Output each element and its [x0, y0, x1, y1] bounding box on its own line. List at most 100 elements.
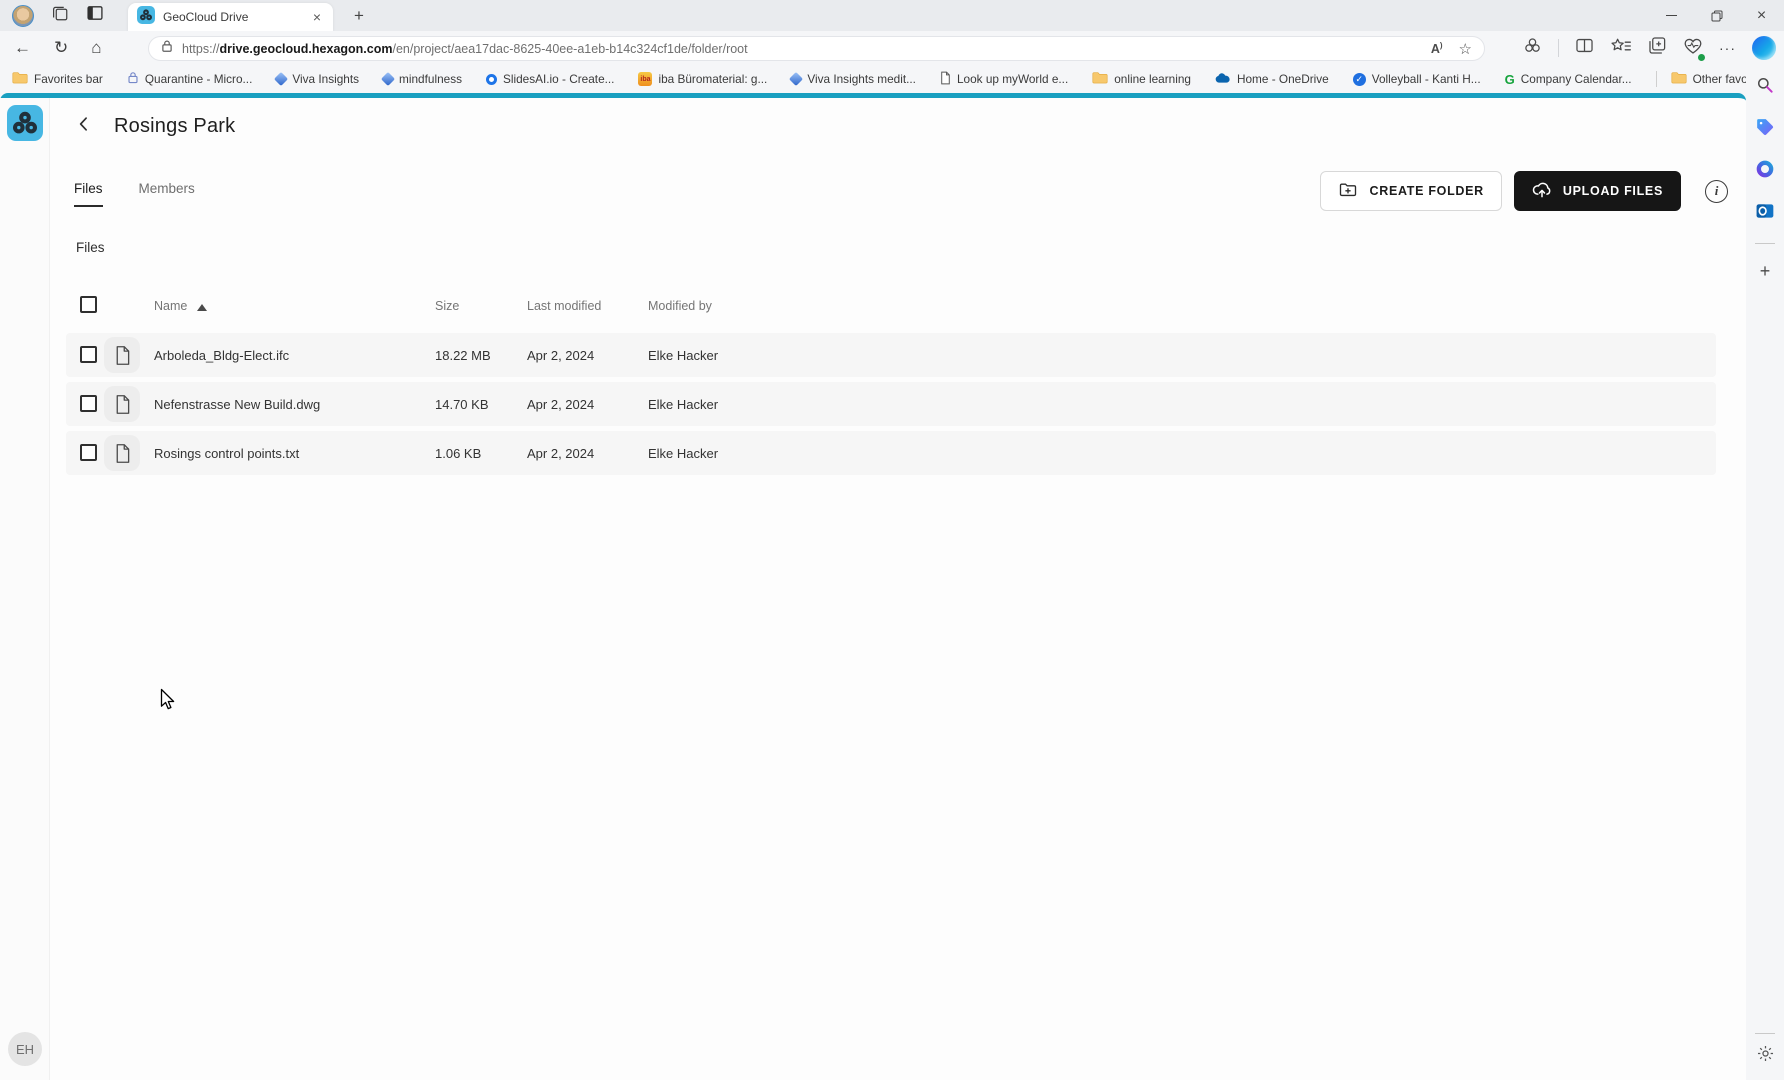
bookmark-viva-meditation[interactable]: Viva Insights medit...	[791, 72, 916, 86]
browser-essentials-icon[interactable]	[1683, 37, 1703, 60]
workspaces-icon[interactable]	[51, 4, 69, 27]
upload-files-button[interactable]: UPLOAD FILES	[1514, 171, 1681, 211]
extensions-icon[interactable]	[1523, 36, 1542, 60]
bookmark-label: Home - OneDrive	[1237, 72, 1329, 86]
m365-icon[interactable]	[1755, 159, 1775, 184]
settings-gear-icon[interactable]	[1756, 1044, 1775, 1068]
file-modified-by: Elke Hacker	[648, 446, 718, 461]
bookmark-label: mindfulness	[399, 72, 462, 86]
bookmark-favorites-bar[interactable]: Favorites bar	[12, 71, 103, 87]
bookmark-online-learning[interactable]: online learning	[1092, 71, 1191, 87]
back-icon[interactable]: ←	[14, 38, 31, 58]
column-last-modified[interactable]: Last modified	[527, 299, 601, 313]
row-checkbox[interactable]	[80, 346, 97, 363]
lock-icon	[161, 39, 173, 58]
toolbar-separator	[1558, 39, 1559, 57]
file-last-modified: Apr 2, 2024	[527, 348, 594, 363]
favorite-star-icon[interactable]: ☆	[1459, 40, 1472, 58]
bookmark-label: Volleyball - Kanti H...	[1372, 72, 1481, 86]
select-all-checkbox[interactable]	[80, 296, 97, 313]
sort-ascending-icon[interactable]	[197, 304, 207, 311]
folder-icon	[1671, 71, 1687, 87]
upload-files-label: UPLOAD FILES	[1563, 184, 1663, 198]
bookmarks-bar: Favorites bar Quarantine - Micro... Viva…	[0, 65, 1746, 93]
file-size: 1.06 KB	[435, 446, 481, 461]
table-header: Name Size Last modified Modified by	[50, 296, 1746, 318]
lock-icon	[127, 71, 139, 87]
column-size[interactable]: Size	[435, 299, 459, 313]
bookmark-viva-insights[interactable]: Viva Insights	[276, 72, 359, 86]
g-icon: G	[1505, 72, 1515, 87]
bookmark-label: Viva Insights medit...	[807, 72, 916, 86]
file-icon	[104, 386, 140, 422]
user-avatar[interactable]: EH	[8, 1032, 42, 1066]
tab-files[interactable]: Files	[74, 181, 103, 207]
settings-more-icon[interactable]: ···	[1719, 40, 1736, 56]
home-icon[interactable]: ⌂	[91, 38, 101, 58]
table-row[interactable]: Arboleda_Bldg-Elect.ifc 18.22 MB Apr 2, …	[66, 333, 1716, 377]
copilot-icon[interactable]	[1752, 36, 1776, 60]
geocloud-logo-icon[interactable]	[7, 105, 43, 146]
sidebar-add-icon[interactable]: +	[1760, 261, 1771, 282]
bookmark-volleyball[interactable]: ✓ Volleyball - Kanti H...	[1353, 72, 1481, 86]
url-path: /en/project/aea17dac-8625-40ee-a1eb-b14c…	[392, 42, 747, 56]
folder-icon	[12, 71, 28, 87]
bookmark-label: Look up myWorld e...	[957, 72, 1068, 86]
bookmark-quarantine[interactable]: Quarantine - Micro...	[127, 71, 253, 87]
file-name[interactable]: Arboleda_Bldg-Elect.ifc	[154, 348, 289, 363]
refresh-icon[interactable]: ↻	[54, 38, 68, 58]
address-bar[interactable]: https://drive.geocloud.hexagon.com/en/pr…	[148, 36, 1485, 61]
create-folder-button[interactable]: CREATE FOLDER	[1320, 171, 1501, 211]
toolbar-nav: ← ↻ ⌂	[14, 31, 102, 65]
row-checkbox[interactable]	[80, 444, 97, 461]
geocloud-page: EH Rosings Park Files Members CREATE FOL…	[0, 93, 1746, 1080]
header-actions: CREATE FOLDER UPLOAD FILES i	[1320, 171, 1728, 211]
file-name[interactable]: Rosings control points.txt	[154, 446, 299, 461]
upload-cloud-icon	[1532, 180, 1552, 203]
browser-tab-geocloud[interactable]: GeoCloud Drive ×	[128, 3, 333, 31]
browser-profile-avatar[interactable]	[12, 5, 34, 27]
file-size: 18.22 MB	[435, 348, 491, 363]
sidebar-search-icon[interactable]	[1755, 75, 1775, 100]
tab-members[interactable]: Members	[139, 181, 195, 207]
close-window-button[interactable]: ×	[1739, 0, 1784, 31]
file-name[interactable]: Nefenstrasse New Build.dwg	[154, 397, 320, 412]
diamond-icon	[789, 72, 803, 86]
outlook-icon[interactable]	[1755, 201, 1775, 226]
page-title: Rosings Park	[114, 115, 235, 138]
diamond-icon	[274, 72, 288, 86]
page-icon	[940, 71, 951, 88]
read-aloud-icon[interactable]: A	[1431, 42, 1443, 56]
essentials-status-dot	[1697, 53, 1706, 62]
new-tab-button[interactable]: +	[347, 4, 371, 28]
bookmark-mindfulness[interactable]: mindfulness	[383, 72, 462, 86]
info-icon[interactable]: i	[1705, 180, 1728, 203]
column-name[interactable]: Name	[154, 299, 187, 313]
shopping-tag-icon[interactable]	[1755, 117, 1775, 142]
bookmark-onedrive[interactable]: Home - OneDrive	[1215, 72, 1329, 86]
table-row[interactable]: Nefenstrasse New Build.dwg 14.70 KB Apr …	[66, 382, 1716, 426]
bookmark-company-calendar[interactable]: G Company Calendar...	[1505, 72, 1632, 87]
favorites-icon[interactable]	[1610, 37, 1632, 60]
bookmark-iba[interactable]: iba iba Büromaterial: g...	[638, 72, 767, 86]
tab-actions-icon[interactable]	[86, 5, 104, 26]
bookmark-label: Viva Insights	[292, 72, 359, 86]
back-chevron-icon[interactable]	[74, 114, 94, 139]
url-protocol: https://	[182, 42, 220, 56]
table-row[interactable]: Rosings control points.txt 1.06 KB Apr 2…	[66, 431, 1716, 475]
browser-window: GeoCloud Drive × + × ← ↻ ⌂ https://drive…	[0, 0, 1784, 1080]
toolbar-actions: ···	[1523, 31, 1776, 65]
split-screen-icon[interactable]	[1575, 37, 1594, 59]
diamond-icon	[381, 72, 395, 86]
collections-icon[interactable]	[1648, 36, 1667, 60]
bookmark-label: online learning	[1114, 72, 1191, 86]
restore-button[interactable]	[1694, 0, 1739, 31]
file-last-modified: Apr 2, 2024	[527, 446, 594, 461]
row-checkbox[interactable]	[80, 395, 97, 412]
minimize-button[interactable]	[1649, 0, 1694, 31]
bookmark-slidesai[interactable]: SlidesAI.io - Create...	[486, 72, 614, 86]
tab-close-icon[interactable]: ×	[310, 9, 324, 25]
bookmark-myworld[interactable]: Look up myWorld e...	[940, 71, 1068, 88]
sidebar-bottom	[1755, 1033, 1775, 1068]
column-modified-by[interactable]: Modified by	[648, 299, 712, 313]
